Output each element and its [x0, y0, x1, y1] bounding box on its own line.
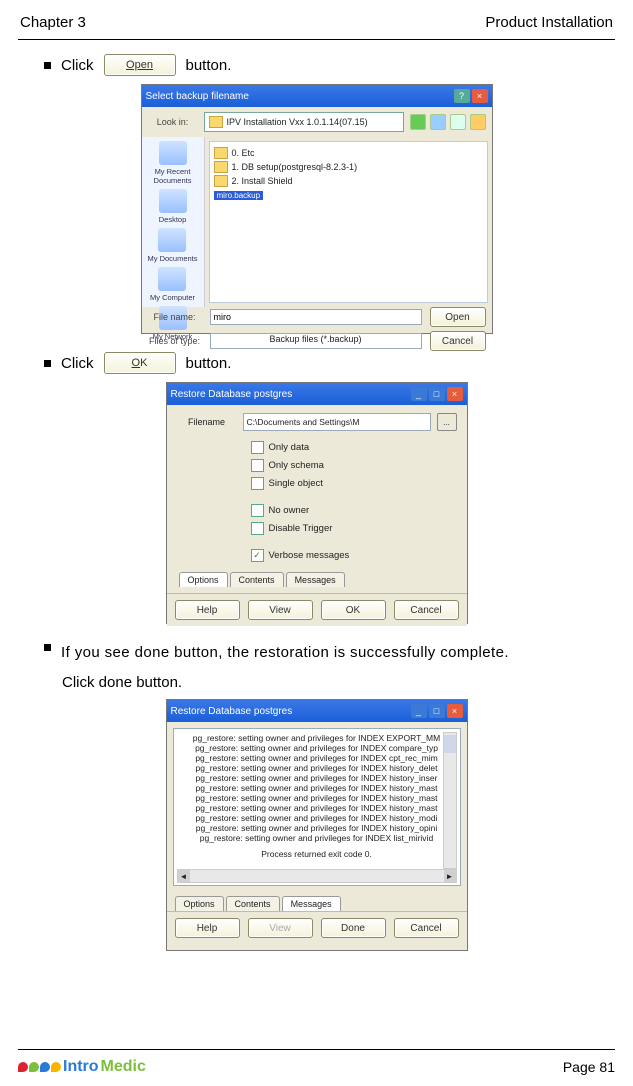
click-prefix: Click [61, 355, 94, 372]
place-recent[interactable]: My Recent Documents [142, 141, 204, 185]
file-open-dialog: Select backup filename ? × Look in: IPV … [141, 84, 493, 334]
back-icon[interactable] [410, 114, 426, 130]
lookin-value: IPV Installation Vxx 1.0.1.14(07.15) [227, 117, 368, 127]
restore-messages-dialog: Restore Database postgres _ □ × pg_resto… [166, 699, 468, 951]
done-button[interactable]: Done [321, 918, 386, 938]
minimize-icon[interactable]: _ [411, 387, 427, 401]
restore-options-dialog: Restore Database postgres _ □ × Filename… [166, 382, 468, 624]
file-cancel-button[interactable]: Cancel [430, 331, 486, 351]
places-bar: My Recent Documents Desktop My Documents… [142, 137, 205, 307]
footer-divider [18, 1049, 615, 1050]
help-button[interactable]: Help [175, 600, 240, 620]
close-icon[interactable]: × [447, 704, 463, 718]
file-open-button[interactable]: Open [430, 307, 486, 327]
tab-options[interactable]: Options [179, 572, 228, 587]
logo: IntroMedic [18, 1058, 146, 1076]
messages-pane[interactable]: pg_restore: setting owner and privileges… [173, 728, 461, 886]
up-icon[interactable] [430, 114, 446, 130]
filetype-combo[interactable]: Backup files (*.backup) [210, 333, 422, 349]
filename-input[interactable] [210, 309, 422, 325]
filetype-label: Files of type: [148, 336, 202, 346]
filename-label: Filename [177, 417, 237, 427]
checkbox-only-schema[interactable] [251, 459, 264, 472]
dialog-title: Restore Database postgres [171, 389, 293, 400]
maximize-icon[interactable]: □ [429, 387, 445, 401]
browse-button[interactable]: ... [437, 413, 457, 431]
tab-contents[interactable]: Contents [230, 572, 284, 587]
logo-text-b: Medic [101, 1058, 146, 1076]
checkbox-verbose[interactable]: ✓ [251, 549, 264, 562]
bullet-icon [44, 62, 51, 69]
page-number: Page 81 [563, 1059, 615, 1075]
ok-button-label: OK [132, 357, 148, 369]
folder-icon [214, 175, 228, 187]
bullet-icon [44, 644, 51, 651]
dialog-title: Restore Database postgres [171, 706, 293, 717]
cancel-button[interactable]: Cancel [394, 600, 459, 620]
open-button-label: Open [126, 59, 153, 71]
filename-field[interactable]: C:\Documents and Settings\M [243, 413, 431, 431]
file-listing[interactable]: 0. Etc 1. DB setup(postgresql-8.2.3-1) 2… [209, 141, 488, 303]
done-line-2: Click done button. [18, 674, 615, 691]
minimize-icon[interactable]: _ [411, 704, 427, 718]
checkbox-no-owner[interactable] [251, 504, 264, 517]
lookin-combo[interactable]: IPV Installation Vxx 1.0.1.14(07.15) [204, 112, 404, 132]
dialog-title: Select backup filename [146, 91, 249, 102]
place-desktop[interactable]: Desktop [159, 189, 187, 224]
tab-messages[interactable]: Messages [282, 896, 341, 911]
help-icon[interactable]: ? [454, 89, 470, 103]
place-mydocs[interactable]: My Documents [147, 228, 197, 263]
close-icon[interactable]: × [472, 89, 488, 103]
tab-contents[interactable]: Contents [226, 896, 280, 911]
help-button[interactable]: Help [175, 918, 240, 938]
step-click-ok: Click OK button. [18, 352, 615, 374]
folder-icon [214, 147, 228, 159]
lookin-label: Look in: [148, 117, 198, 127]
close-icon[interactable]: × [447, 387, 463, 401]
selected-file[interactable]: miro.backup [214, 191, 264, 200]
views-icon[interactable] [470, 114, 486, 130]
scrollbar-vertical[interactable] [443, 732, 457, 869]
click-prefix: Click [61, 57, 94, 74]
button-suffix: button. [186, 355, 232, 372]
place-mycomputer[interactable]: My Computer [150, 267, 195, 302]
section-label: Product Installation [485, 14, 613, 31]
logo-icon [18, 1062, 61, 1072]
folder-icon [209, 116, 223, 128]
chapter-label: Chapter 3 [20, 14, 86, 31]
view-button-disabled: View [248, 918, 313, 938]
ok-button[interactable]: OK [321, 600, 386, 620]
button-suffix: button. [186, 57, 232, 74]
checkbox-disable-trigger[interactable] [251, 522, 264, 535]
bullet-icon [44, 360, 51, 367]
open-button-graphic: Open [104, 54, 176, 76]
step-done: If you see done button, the restoration … [18, 638, 615, 668]
tab-messages[interactable]: Messages [286, 572, 345, 587]
newfolder-icon[interactable] [450, 114, 466, 130]
step-click-open: Click Open button. [18, 54, 615, 76]
filename-label: File name: [148, 312, 202, 322]
logo-text-a: Intro [63, 1058, 99, 1076]
maximize-icon[interactable]: □ [429, 704, 445, 718]
ok-button-graphic: OK [104, 352, 176, 374]
process-exit-line: Process returned exit code 0. [178, 849, 456, 859]
checkbox-only-data[interactable] [251, 441, 264, 454]
tab-options[interactable]: Options [175, 896, 224, 911]
header-divider [18, 39, 615, 40]
scrollbar-horizontal[interactable]: ◄► [177, 869, 457, 883]
checkbox-single-object[interactable] [251, 477, 264, 490]
cancel-button[interactable]: Cancel [394, 918, 459, 938]
view-button[interactable]: View [248, 600, 313, 620]
folder-icon [214, 161, 228, 173]
done-line-1: If you see done button, the restoration … [61, 644, 509, 661]
